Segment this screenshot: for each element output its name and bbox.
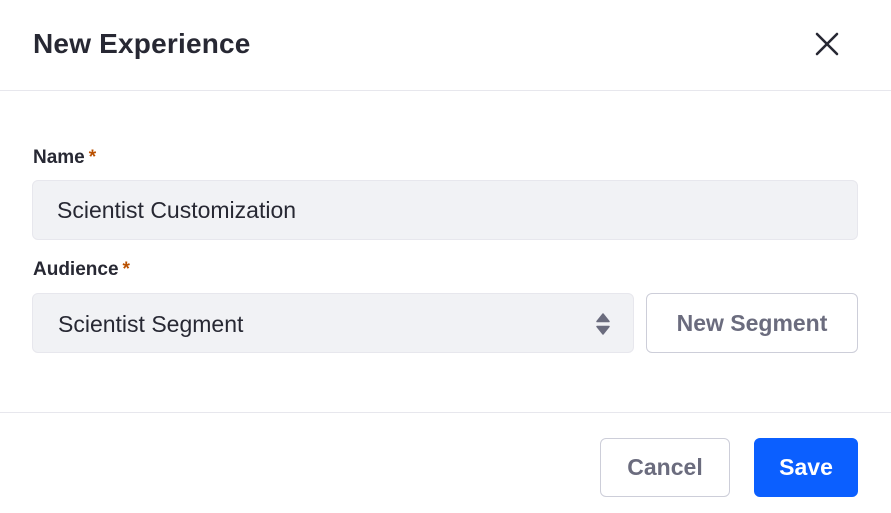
- modal-title: New Experience: [33, 28, 251, 59]
- save-button[interactable]: Save: [754, 438, 858, 497]
- close-icon: [815, 32, 839, 56]
- new-segment-button[interactable]: New Segment: [646, 293, 858, 353]
- audience-label: Audience *: [33, 258, 130, 282]
- modal-body: Name* Audience* Scientist Segment New Se…: [0, 92, 891, 412]
- name-input[interactable]: [32, 180, 858, 240]
- modal-header: New Experience: [0, 0, 891, 91]
- audience-select[interactable]: Scientist Segment: [32, 293, 634, 353]
- audience-label-text: Audience: [33, 259, 119, 280]
- name-label: Name *: [33, 146, 96, 170]
- audience-selected-value: Scientist Segment: [58, 311, 244, 337]
- close-button[interactable]: [807, 24, 847, 64]
- required-marker: *: [122, 259, 130, 280]
- modal-footer: Cancel Save: [0, 412, 891, 513]
- new-experience-modal: New Experience Name* Audience* Scientist…: [0, 0, 891, 513]
- cancel-button[interactable]: Cancel: [600, 438, 730, 497]
- select-arrows-icon: [596, 313, 610, 335]
- name-label-text: Name: [33, 147, 85, 168]
- required-marker: *: [88, 147, 97, 168]
